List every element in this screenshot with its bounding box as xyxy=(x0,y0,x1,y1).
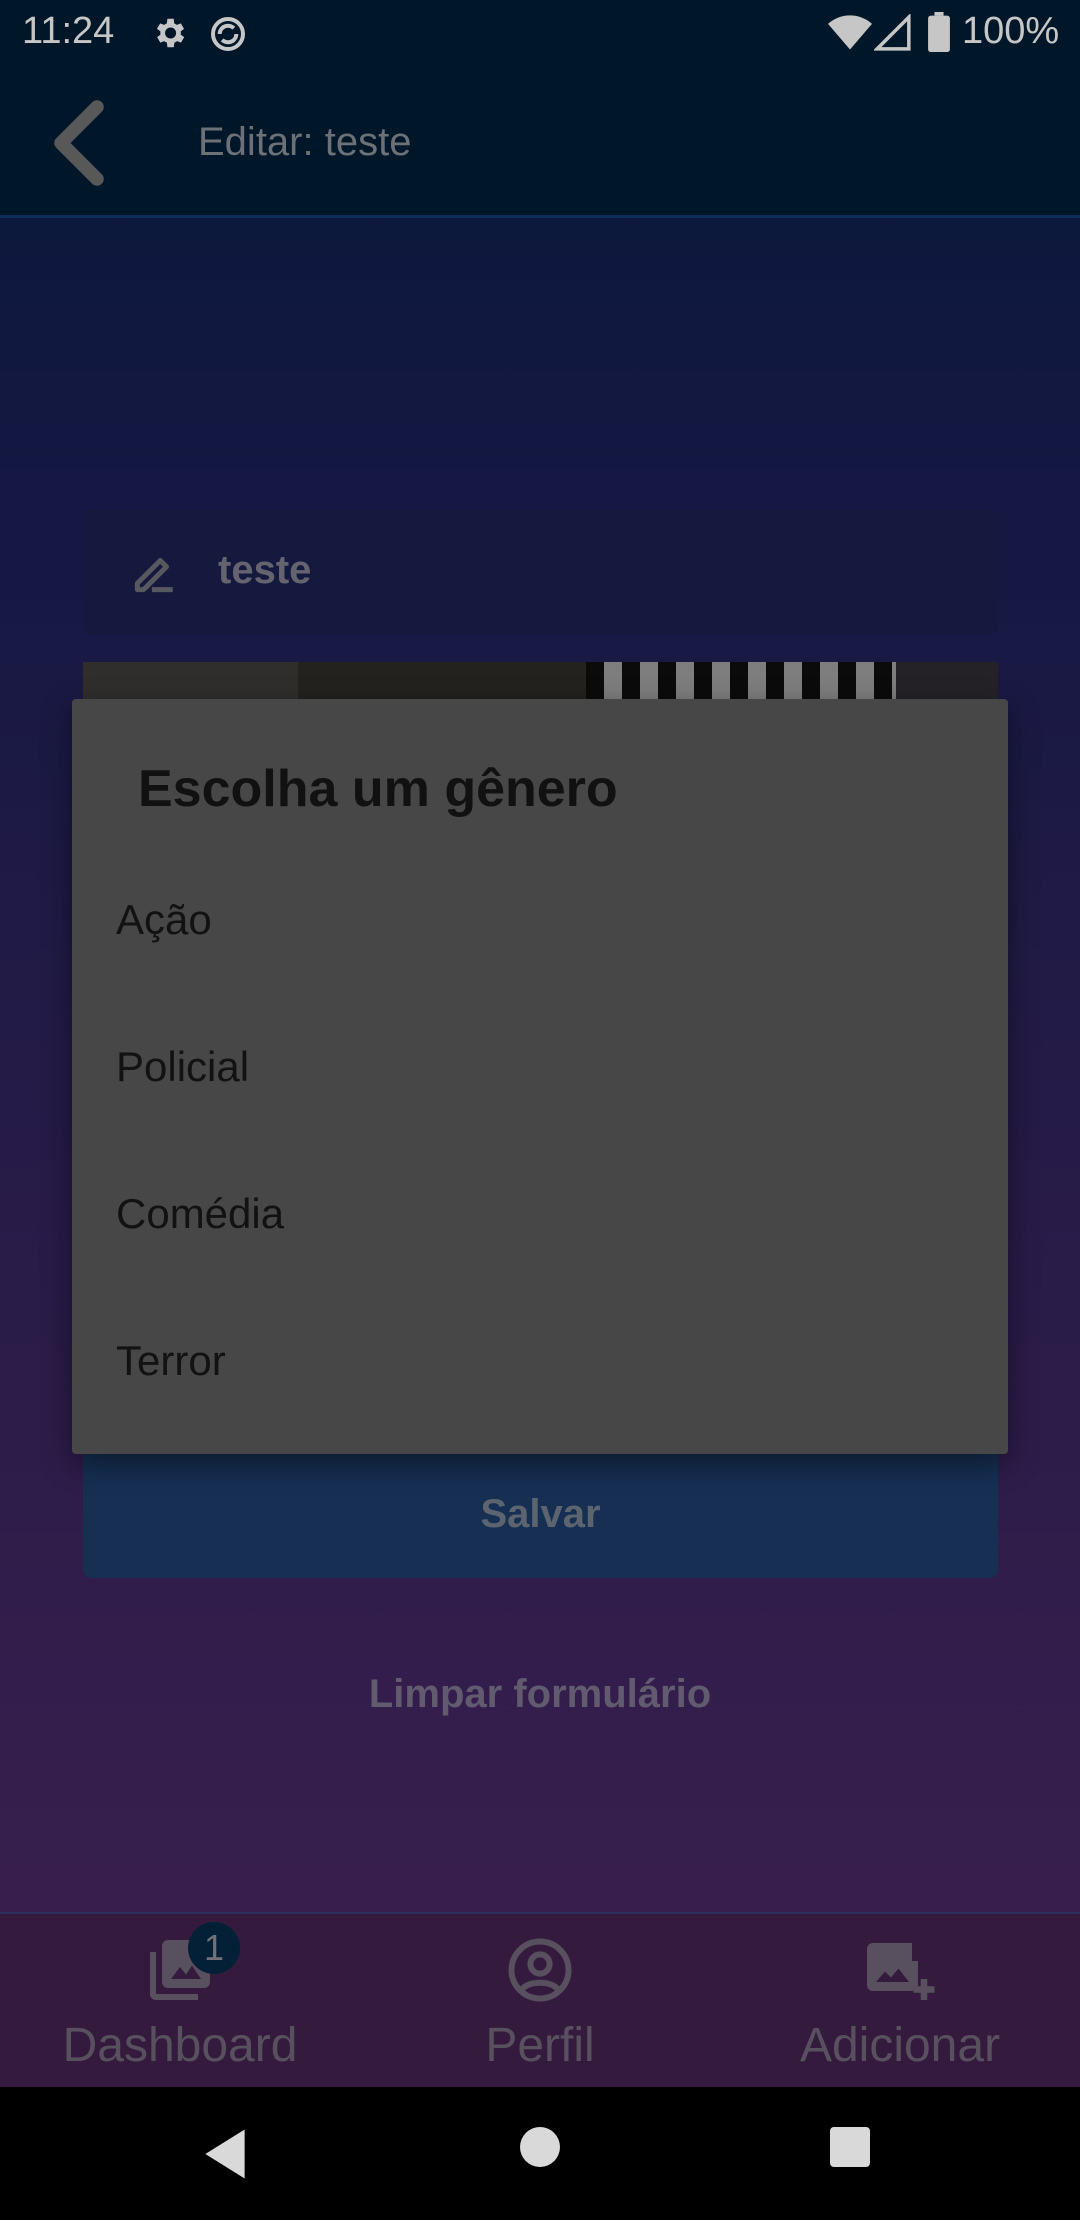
system-navigation-bar xyxy=(0,2087,1080,2220)
system-back-icon[interactable] xyxy=(200,2127,250,2181)
dialog-title: Escolha um gênero xyxy=(138,760,618,818)
system-home-icon[interactable] xyxy=(520,2127,560,2167)
genre-option-comedia[interactable]: Comédia xyxy=(72,1140,1008,1287)
genre-option-terror[interactable]: Terror xyxy=(72,1287,1008,1434)
genre-option-policial[interactable]: Policial xyxy=(72,993,1008,1140)
app-screen: 11:24 100% Editar: teste teste Salvar Li… xyxy=(0,0,1080,2087)
system-recents-icon[interactable] xyxy=(830,2127,870,2167)
genre-option-acao[interactable]: Ação xyxy=(72,846,1008,993)
genre-dialog: Escolha um gênero Ação Policial Comédia … xyxy=(72,699,1008,1454)
